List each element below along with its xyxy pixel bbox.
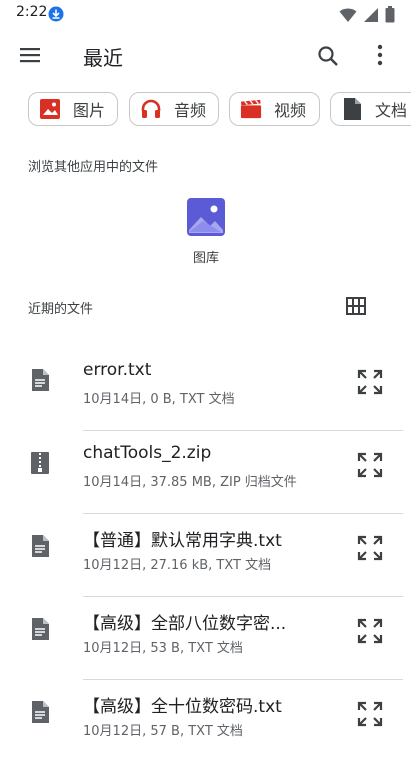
file-row[interactable]: 【普通】默认常用字典.txt 10月12日, 27.16 kB, TXT 文档 [0,514,411,597]
preview-expand-icon[interactable] [356,617,384,649]
file-meta: 10月14日, 0 B, TXT 文档 [83,392,235,407]
search-icon[interactable] [316,44,340,72]
preview-expand-icon[interactable] [356,451,384,483]
chip-label: 图片 [73,101,106,120]
file-meta: 10月12日, 57 B, TXT 文档 [83,724,243,739]
text-file-icon [30,368,50,396]
text-file-icon [30,534,50,562]
wifi-icon [339,7,357,27]
app-bar: 最近 [0,28,411,84]
file-row[interactable]: error.txt 10月14日, 0 B, TXT 文档 [0,348,411,431]
file-row[interactable]: 【高级】全部八位数字密... 10月12日, 53 B, TXT 文档 [0,597,411,680]
gallery-icon [186,198,226,241]
cellular-signal-icon [363,7,379,27]
gallery-label: 图库 [192,251,219,266]
battery-icon [385,6,395,27]
preview-expand-icon[interactable] [356,534,384,566]
browse-other-apps-label: 浏览其他应用中的文件 [28,160,159,175]
gallery-app[interactable]: 图库 [186,197,226,266]
headphones-icon [140,98,162,120]
file-name: error.txt [83,360,152,380]
preview-expand-icon[interactable] [356,368,384,400]
menu-icon[interactable] [18,45,42,69]
chip-audio[interactable]: 音频 [129,92,219,126]
more-options-icon[interactable] [370,42,390,72]
file-row[interactable]: 【高级】全十位数密码.txt 10月12日, 57 B, TXT 文档 [0,680,411,763]
chip-documents[interactable]: 文档 [330,92,411,126]
download-icon [48,6,64,26]
status-time: 2:22 [16,4,48,20]
category-chips: 图片 音频 视频 文档 [0,92,411,128]
chip-video[interactable]: 视频 [229,92,320,126]
chip-images[interactable]: 图片 [28,92,118,126]
chip-label: 文档 [375,101,408,120]
zip-file-icon [30,451,50,479]
chip-label: 视频 [274,101,307,120]
file-meta: 10月14日, 37.85 MB, ZIP 归档文件 [83,475,297,490]
grid-view-icon[interactable] [346,297,366,319]
text-file-icon [30,617,50,645]
chip-label: 音频 [174,101,207,120]
file-row[interactable]: chatTools_2.zip 10月14日, 37.85 MB, ZIP 归档… [0,431,411,514]
file-name: chatTools_2.zip [83,443,212,463]
text-file-icon [30,700,50,728]
document-icon [341,98,363,120]
file-name: 【高级】全十位数密码.txt [83,697,282,717]
recent-files-label: 近期的文件 [28,302,94,317]
status-bar: 2:22 [0,0,411,28]
page-title: 最近 [83,46,123,70]
image-icon [39,98,61,120]
preview-expand-icon[interactable] [356,700,384,732]
file-name: 【普通】默认常用字典.txt [83,531,282,551]
file-name: 【高级】全部八位数字密... [83,614,287,634]
file-meta: 10月12日, 53 B, TXT 文档 [83,641,243,656]
file-meta: 10月12日, 27.16 kB, TXT 文档 [83,558,272,573]
video-icon [240,98,262,120]
